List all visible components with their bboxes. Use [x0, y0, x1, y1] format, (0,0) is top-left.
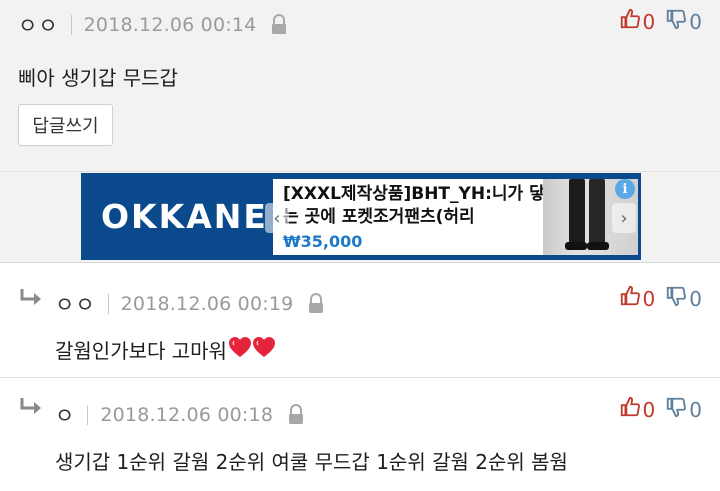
lock-icon [270, 14, 288, 36]
comment-author: ㅇㅇ [55, 293, 96, 317]
comment-text: 삐아 생기갑 무드갑 [18, 66, 178, 90]
downvote-button[interactable]: 0 [665, 8, 702, 35]
comment-author: ㅇㅇ [18, 14, 59, 38]
comment-date: 2018.12.06 00:14 [83, 14, 257, 36]
comment-author: ㅇ [55, 404, 76, 428]
lock-icon [307, 293, 325, 315]
reply-button[interactable]: 답글쓰기 [18, 104, 113, 146]
upvote-button[interactable]: 0 [619, 8, 656, 35]
reply-arrow-icon [18, 287, 44, 309]
heart-icon [228, 336, 252, 363]
vote-group: 0 0 [619, 285, 702, 312]
ad-brand-logo: OKKANE [101, 197, 268, 236]
comment-1: ㅇㅇ 2018.12.06 00:14 0 0 삐아 생기갑 무드갑 답글쓰기 [0, 0, 720, 172]
ad-prev-button[interactable]: ‹ [265, 203, 289, 233]
ad-next-button[interactable]: › [612, 203, 636, 233]
lock-icon [287, 404, 305, 426]
heart-icon [252, 336, 276, 363]
reply-arrow-icon [18, 396, 44, 418]
upvote-button[interactable]: 0 [619, 285, 656, 312]
vote-group: 0 0 [619, 8, 702, 35]
thumbs-down-icon [665, 396, 687, 423]
comment-3: ㅇ 2018.12.06 00:18 0 0 생기갑 1순위 갈웜 2순위 여쿨… [0, 378, 720, 491]
comment-text-row: 갈웜인가보다 고마워 [55, 335, 276, 364]
vote-group: 0 0 [619, 396, 702, 423]
downvote-button[interactable]: 0 [665, 285, 702, 312]
chevron-right-icon: › [620, 207, 628, 229]
comment-text: 갈웜인가보다 고마워 [55, 339, 227, 363]
comment-meta: ㅇㅇ 2018.12.06 00:19 [55, 289, 325, 319]
meta-divider [70, 15, 72, 35]
comment-2: ㅇㅇ 2018.12.06 00:19 0 0 갈웜인가보다 고마워 [0, 262, 720, 378]
upvote-button[interactable]: 0 [619, 396, 656, 423]
upvote-count: 0 [642, 397, 656, 422]
ad-product-price: ₩35,000 [283, 232, 363, 251]
meta-divider [87, 405, 89, 425]
upvote-count: 0 [642, 286, 656, 311]
thumbs-down-icon [665, 285, 687, 312]
thumbs-up-icon [619, 8, 641, 35]
comment-text: 생기갑 1순위 갈웜 2순위 여쿨 무드갑 1순위 갈웜 2순위 봄웜 [55, 450, 568, 474]
meta-divider [107, 294, 109, 314]
thumbs-up-icon [619, 396, 641, 423]
thumbs-up-icon [619, 285, 641, 312]
ad-banner[interactable]: OKKANE [XXXL제작상품]BHT_YH:니가 닿는 곳에 포켓조거팬츠(… [81, 173, 641, 260]
comment-meta: ㅇ 2018.12.06 00:18 [55, 400, 305, 430]
comment-meta: ㅇㅇ 2018.12.06 00:14 [18, 10, 288, 40]
chevron-left-icon: ‹ [273, 207, 281, 229]
comment-date: 2018.12.06 00:18 [100, 404, 274, 426]
ad-product-title[interactable]: [XXXL제작상품]BHT_YH:니가 닿는 곳에 포켓조거팬츠(허리 [283, 183, 548, 229]
downvote-count: 0 [689, 286, 702, 311]
ad-info-icon[interactable]: i [615, 179, 635, 199]
downvote-button[interactable]: 0 [665, 396, 702, 423]
downvote-count: 0 [689, 397, 702, 422]
thumbs-down-icon [665, 8, 687, 35]
downvote-count: 0 [689, 9, 702, 34]
ad-section: OKKANE [XXXL제작상품]BHT_YH:니가 닿는 곳에 포켓조거팬츠(… [0, 172, 720, 262]
ad-product-card[interactable]: [XXXL제작상품]BHT_YH:니가 닿는 곳에 포켓조거팬츠(허리 ₩35,… [273, 179, 638, 255]
comment-date: 2018.12.06 00:19 [120, 293, 294, 315]
upvote-count: 0 [642, 9, 656, 34]
